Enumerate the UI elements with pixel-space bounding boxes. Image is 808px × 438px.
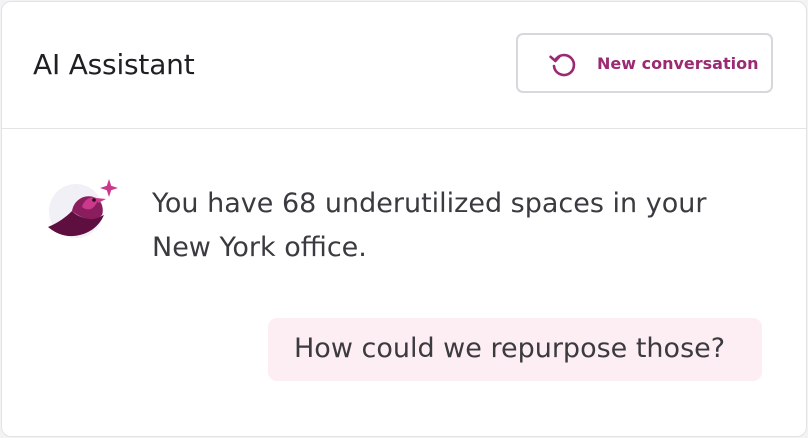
assistant-message: You have 68 underutilized spaces in your… [152,188,707,263]
new-conversation-button[interactable]: New conversation [516,33,773,93]
panel-title: AI Assistant [33,48,195,81]
user-message-bubble: How could we repurpose those? [268,318,762,381]
user-message: How could we repurpose those? [294,333,726,364]
new-conversation-label: New conversation [597,54,759,73]
panel-header: AI Assistant New conversation [2,2,806,129]
restart-icon [548,51,578,79]
ai-assistant-panel: AI Assistant New conversation You have 6… [1,1,807,437]
bird-sparkle-icon [46,179,120,247]
